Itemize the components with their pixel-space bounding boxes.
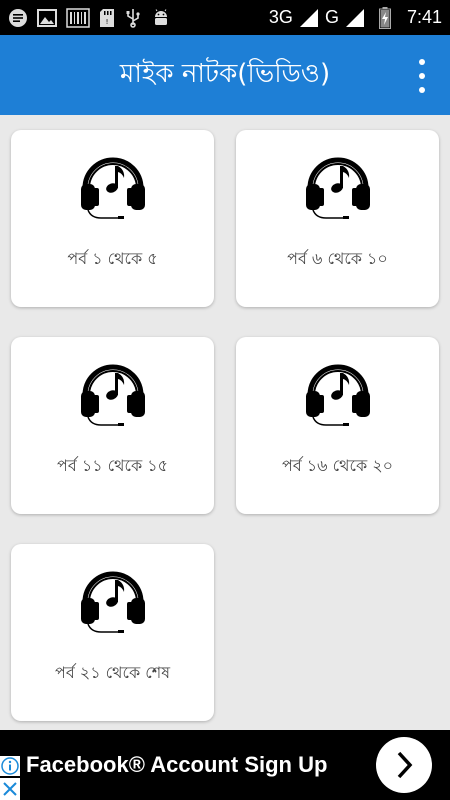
message-icon [8, 8, 28, 28]
page-title: মাইক নাটক(ভিডিও) [119, 59, 331, 89]
status-notifications: ! [8, 7, 269, 28]
episode-card-5[interactable]: পর্ব ২১ থেকে শেষ [11, 544, 214, 721]
episode-card-label: পর্ব ১১ থেকে ১৫ [56, 456, 169, 475]
signal-icon [345, 8, 365, 28]
episode-card-2[interactable]: পর্ব ৬ থেকে ১০ [236, 130, 439, 307]
headphones-music-icon [75, 351, 151, 427]
barcode-icon [66, 7, 90, 28]
usb-icon [124, 8, 142, 28]
battery-icon [378, 6, 391, 29]
app-bar: মাইক নাটক(ভিডিও) [0, 35, 450, 115]
android-icon [151, 8, 171, 28]
network-g-label: G [324, 7, 339, 27]
info-icon[interactable] [0, 756, 20, 776]
network-3g-label: 3G [268, 7, 293, 27]
chevron-right-icon[interactable] [376, 737, 432, 793]
episode-card-label: পর্ব ১ থেকে ৫ [67, 249, 158, 268]
episode-grid: পর্ব ১ থেকে ৫ পর্ব ৬ থেকে ১০ পর্ব ১১ থেক… [0, 115, 450, 730]
episode-card-1[interactable]: পর্ব ১ থেকে ৫ [11, 130, 214, 307]
episode-card-label: পর্ব ২১ থেকে শেষ [54, 663, 171, 682]
overflow-menu-icon[interactable] [416, 59, 428, 93]
episode-card-label: পর্ব ৬ থেকে ১০ [287, 249, 388, 268]
sd-card-icon: ! [99, 8, 115, 28]
image-icon [37, 8, 57, 27]
headphones-music-icon [75, 144, 151, 220]
ad-banner[interactable]: Facebook® Account Sign Up [0, 730, 450, 800]
close-icon[interactable] [0, 778, 20, 800]
headphones-music-icon [300, 144, 376, 220]
svg-text:!: ! [106, 18, 109, 26]
status-system: 3G G 7:41 [268, 6, 442, 29]
episode-card-4[interactable]: পর্ব ১৬ থেকে ২০ [236, 337, 439, 514]
status-bar: ! 3G G 7:41 [0, 0, 450, 35]
episode-card-label: পর্ব ১৬ থেকে ২০ [281, 456, 394, 475]
signal-icon [299, 8, 319, 28]
episode-card-3[interactable]: পর্ব ১১ থেকে ১৫ [11, 337, 214, 514]
ad-headline[interactable]: Facebook® Account Sign Up [26, 752, 327, 778]
clock: 7:41 [406, 7, 442, 27]
headphones-music-icon [75, 558, 151, 634]
headphones-music-icon [300, 351, 376, 427]
